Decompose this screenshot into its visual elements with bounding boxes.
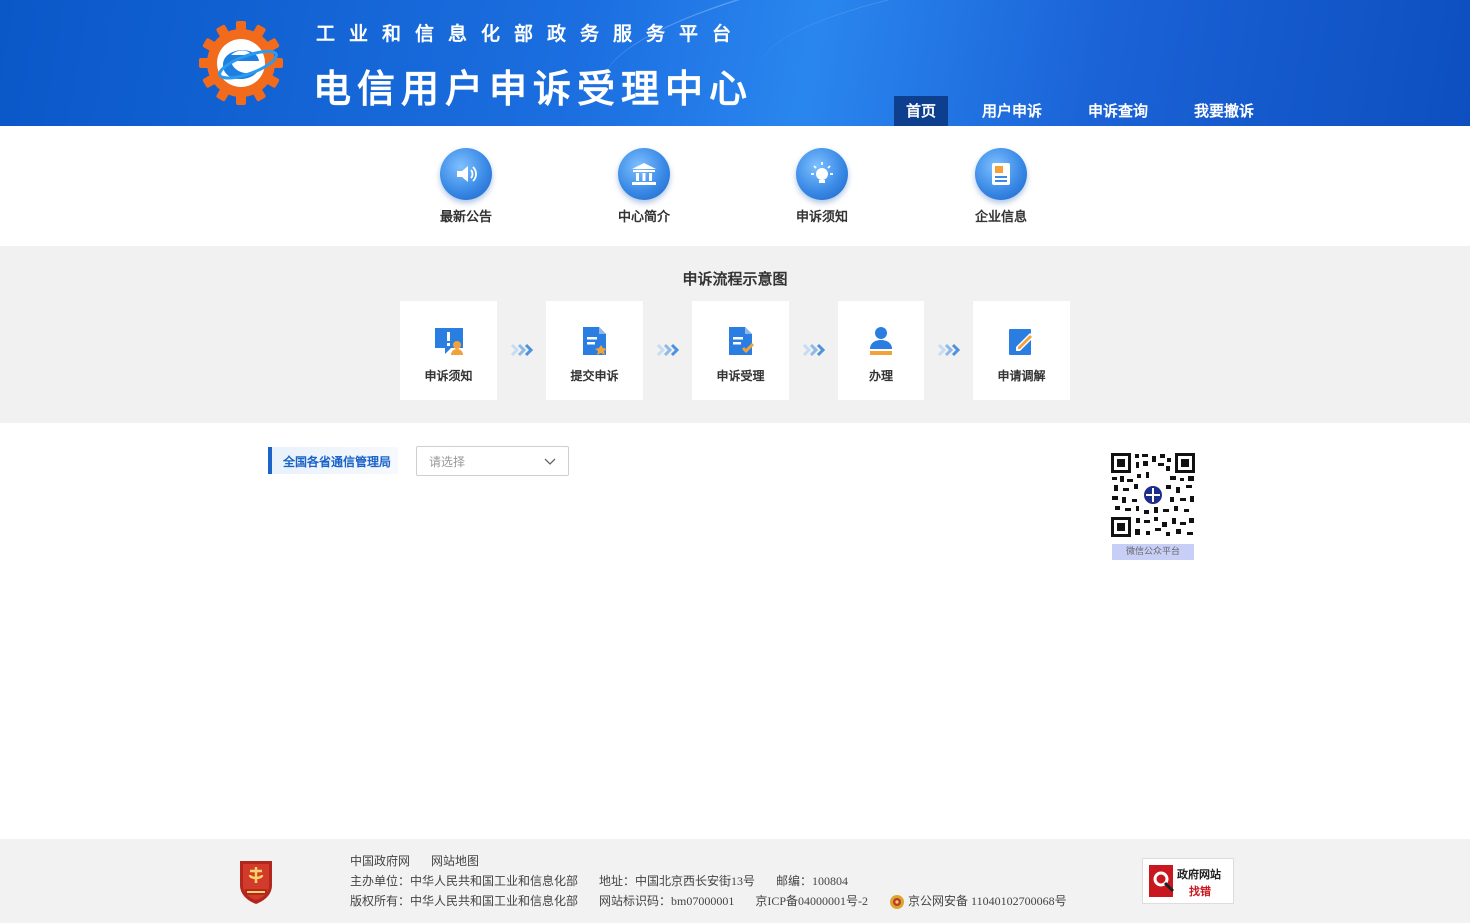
find-error-line1: 政府网站 [1177, 868, 1221, 881]
find-error-button[interactable]: 政府网站 找错 [1142, 858, 1234, 904]
flow-step-mediation: 申请调解 [973, 301, 1070, 400]
quick-link-label: 企业信息 [974, 210, 1027, 225]
flow-step-label: 申诉受理 [716, 369, 765, 383]
quick-link-announcements[interactable]: 最新公告 [411, 148, 521, 225]
flow-step-label: 办理 [868, 369, 893, 383]
flow-step-notice: 申诉须知 [400, 301, 497, 400]
submit-doc-icon [582, 327, 607, 355]
person-icon [870, 327, 892, 355]
notice-icon [434, 328, 463, 355]
footer-site-id: 网站标识码：bm07000001 [599, 894, 735, 908]
complaint-flow-section: 申诉流程示意图 申诉须知 提交申诉 申诉受理 办理 申请调解 [0, 246, 1470, 423]
quick-link-enterprise-info[interactable]: 企业信息 [946, 148, 1056, 225]
main-nav: 首页 用户申诉 申诉查询 我要撤诉 [894, 96, 1288, 126]
flow-step-label: 提交申诉 [570, 369, 619, 383]
nav-item-withdraw[interactable]: 我要撤诉 [1182, 96, 1266, 126]
flow-title: 申诉流程示意图 [682, 270, 788, 288]
province-label: 全国各省通信管理局 [283, 455, 392, 469]
document-icon [975, 148, 1027, 200]
flow-step-handle: 办理 [838, 301, 924, 400]
footer-link-sitemap[interactable]: 网站地图 [431, 854, 479, 868]
nav-item-complaint-query[interactable]: 申诉查询 [1076, 96, 1160, 126]
flow-step-label: 申请调解 [997, 369, 1046, 383]
building-icon [618, 148, 670, 200]
qr-caption: 微信公众平台 [1112, 544, 1194, 560]
footer-sponsor: 主办单位：中华人民共和国工业和信息化部 [350, 874, 579, 888]
footer-info: 中国政府网 网站地图 主办单位：中华人民共和国工业和信息化部 地址：中国北京西长… [350, 851, 1067, 911]
find-error-line2: 找错 [1189, 885, 1211, 898]
footer-postcode: 邮编：100804 [776, 874, 849, 888]
chevrons-right-icon [656, 343, 680, 357]
site-subtitle: 工业和信息化部政务服务平台 [316, 23, 746, 45]
flow-step-accept: 申诉受理 [692, 301, 789, 400]
site-logo-icon[interactable] [198, 20, 284, 106]
quick-links: 最新公告 中心简介 申诉须知 企业信息 [0, 126, 1470, 246]
quick-link-label: 中心简介 [617, 210, 670, 225]
province-select[interactable]: 请选择 [416, 446, 569, 476]
province-select-placeholder: 请选择 [429, 455, 466, 469]
party-government-badge-icon[interactable] [236, 857, 276, 905]
site-header: 工业和信息化部政务服务平台 电信用户申诉受理中心 首页 用户申诉 申诉查询 我要… [0, 0, 1470, 126]
footer-address: 地址：中国北京西长安街13号 [599, 874, 756, 888]
search-icon [1153, 871, 1175, 893]
flow-step-label: 申诉须知 [424, 369, 473, 383]
footer-copyright: 版权所有：中华人民共和国工业和信息化部 [350, 894, 579, 908]
police-emblem-icon [890, 895, 905, 910]
chevrons-right-icon [937, 343, 961, 357]
footer-icp[interactable]: 京ICP备04000001号-2 [755, 894, 868, 908]
site-title: 电信用户申诉受理中心 [313, 67, 754, 111]
footer-police-record[interactable]: 京公网安备 11040102700068号 [908, 894, 1067, 908]
chevron-down-icon [544, 458, 556, 465]
qr-code-image [1110, 452, 1196, 538]
speaker-icon [440, 148, 492, 200]
flow-step-submit: 提交申诉 [546, 301, 643, 400]
chevrons-right-icon [802, 343, 826, 357]
pen-edit-icon [1008, 329, 1034, 355]
quick-link-center-intro[interactable]: 中心简介 [589, 148, 699, 225]
accept-doc-icon [728, 327, 754, 355]
quick-link-label: 最新公告 [439, 210, 492, 225]
chevrons-right-icon [510, 343, 534, 357]
nav-item-user-complaint[interactable]: 用户申诉 [970, 96, 1054, 126]
lightbulb-icon [796, 148, 848, 200]
nav-item-home[interactable]: 首页 [894, 96, 949, 126]
province-label-box: 全国各省通信管理局 [268, 447, 398, 474]
quick-link-label: 申诉须知 [795, 210, 848, 225]
footer-link-gov[interactable]: 中国政府网 [350, 854, 410, 868]
site-footer: 中国政府网 网站地图 主办单位：中华人民共和国工业和信息化部 地址：中国北京西长… [0, 839, 1470, 923]
quick-link-complaint-notice[interactable]: 申诉须知 [767, 148, 877, 225]
